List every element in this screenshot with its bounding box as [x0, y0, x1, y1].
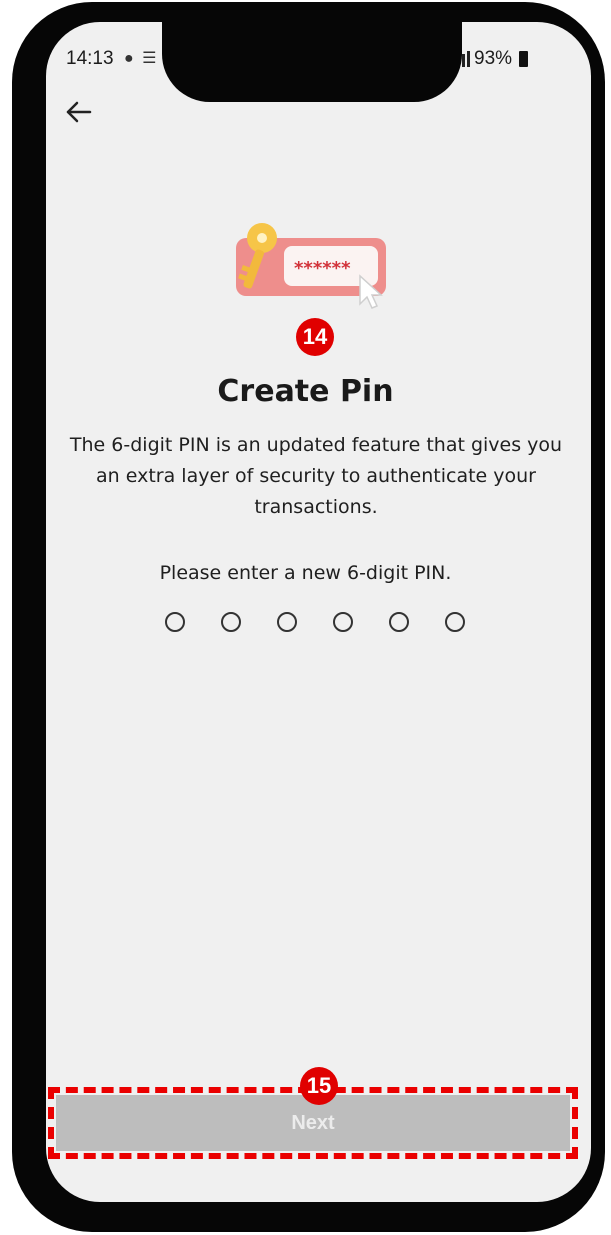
pin-instruction: Please enter a new 6-digit PIN. — [159, 562, 452, 584]
battery-percentage: 93% — [474, 48, 513, 69]
pin-description: The 6-digit PIN is an updated feature th… — [69, 434, 563, 518]
password-mask-text: ****** — [294, 258, 351, 279]
page-title: Create Pin — [217, 374, 394, 409]
step-badge-15: 15 — [300, 1067, 338, 1105]
back-arrow-icon — [66, 101, 92, 123]
pin-dot — [445, 612, 465, 632]
pin-dot — [165, 612, 185, 632]
pin-dot — [277, 612, 297, 632]
status-right-group: 93% — [452, 48, 529, 70]
back-button[interactable] — [64, 96, 96, 128]
battery-icon — [519, 51, 529, 67]
pin-dot — [221, 612, 241, 632]
camera-notch — [162, 22, 462, 102]
key-password-illustration: ****** — [232, 216, 392, 316]
pin-dot — [333, 612, 353, 632]
pin-dot — [389, 612, 409, 632]
step-badge-14: 14 — [296, 318, 334, 356]
status-time: 14:13 — [66, 48, 114, 69]
notification-icons: ● ☰ — [124, 50, 159, 67]
pin-input[interactable] — [165, 612, 465, 636]
